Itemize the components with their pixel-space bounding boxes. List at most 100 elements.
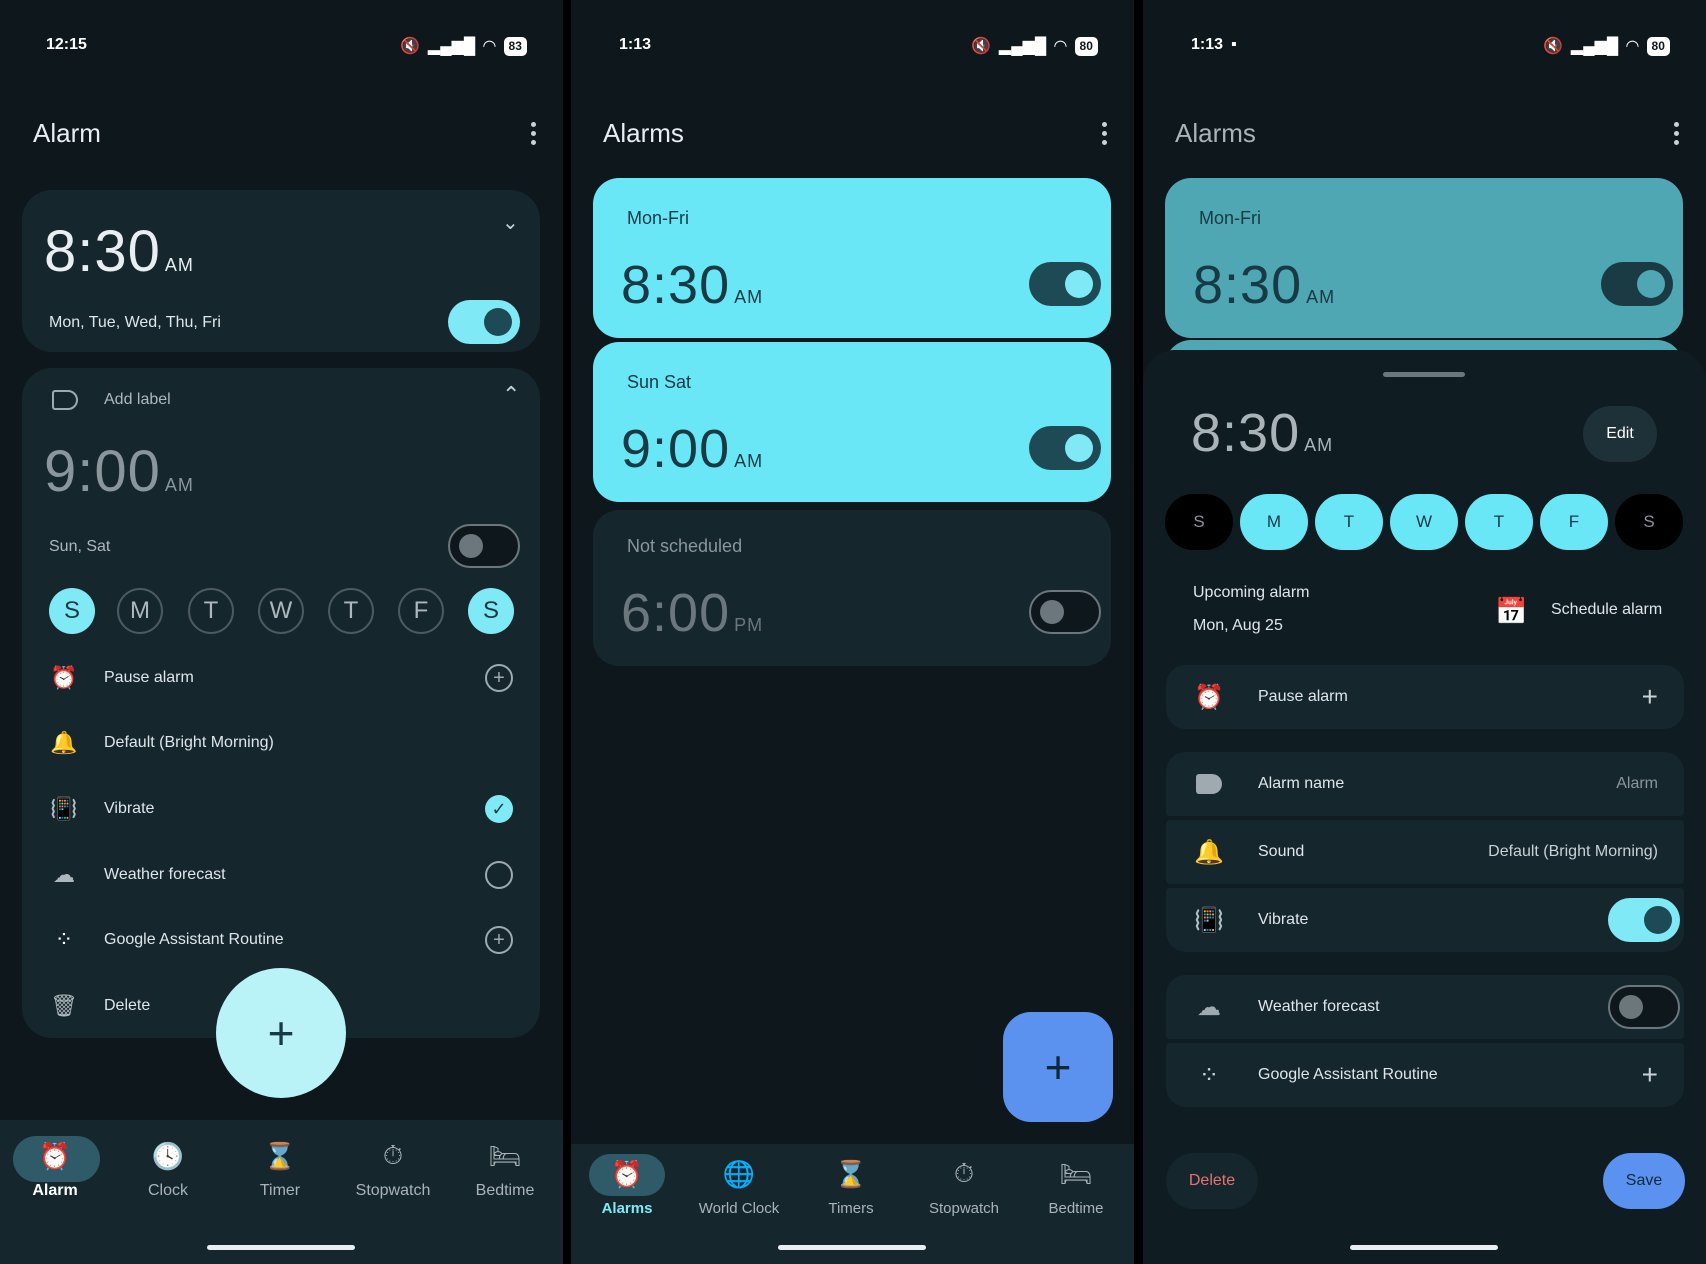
day-thursday[interactable]: T	[328, 588, 374, 634]
weather-row[interactable]: ☁ Weather forecast	[50, 855, 543, 895]
cloud-rain-icon: ☁	[1197, 993, 1221, 1021]
nav-clock[interactable]: 🕓 Clock	[118, 1136, 218, 1200]
page-title: Alarms	[1175, 118, 1256, 148]
wifi-icon: ◠	[1626, 38, 1639, 55]
alarm-time[interactable]: 9:00	[44, 439, 161, 504]
day-saturday[interactable]: S	[1615, 494, 1683, 550]
row-label: Weather forecast	[1258, 998, 1380, 1015]
alarm-card-collapsed[interactable]: 8:30 AM ⌄ Mon, Tue, Wed, Thu, Fri	[22, 190, 540, 352]
alarm-toggle[interactable]	[448, 300, 520, 344]
save-button[interactable]: Save	[1603, 1153, 1685, 1209]
hourglass-icon: ⌛	[263, 1140, 297, 1171]
day-monday[interactable]: M	[1240, 494, 1308, 550]
nav-timer[interactable]: ⌛ Timer	[230, 1136, 330, 1200]
bell-icon: 🔔	[1194, 838, 1224, 866]
nav-stopwatch[interactable]: ⏱ Stopwatch	[343, 1136, 443, 1200]
checkbox-checked-icon[interactable]: ✓	[485, 795, 513, 823]
day-sunday[interactable]: S	[49, 588, 95, 634]
alarm-toggle[interactable]	[1029, 262, 1101, 306]
day-tuesday[interactable]: T	[188, 588, 234, 634]
alarm-toggle[interactable]	[1029, 590, 1101, 634]
weather-toggle[interactable]	[1608, 985, 1680, 1029]
alarm-time: 8:30	[621, 255, 731, 315]
day-monday[interactable]: M	[117, 588, 163, 634]
alarm-toggle[interactable]	[1601, 262, 1673, 306]
vibrate-toggle[interactable]	[1608, 898, 1680, 942]
nav-bedtime[interactable]: 🛏 Bedtime	[455, 1136, 555, 1200]
bed-icon: 🛏	[488, 1140, 522, 1171]
alarm-time: 6:00	[621, 583, 731, 643]
trash-icon: 🗑	[50, 993, 78, 1018]
assistant-row[interactable]: ⁘ Google Assistant Routine +	[50, 920, 543, 960]
signal-icon: ▂▄▆█	[998, 38, 1047, 55]
add-alarm-button[interactable]: +	[1003, 1012, 1113, 1122]
alarm-pause-icon: ⏰	[50, 665, 78, 690]
nav-alarms[interactable]: ⏰ Alarms	[577, 1154, 677, 1218]
alarm-label: Mon-Fri	[627, 208, 689, 228]
more-options-icon[interactable]	[1101, 122, 1107, 146]
calendar-clock-icon[interactable]: 📅	[1495, 596, 1527, 627]
vibrate-row[interactable]: 📳 Vibrate	[1166, 888, 1684, 952]
checkbox-empty-icon[interactable]	[485, 861, 513, 889]
home-indicator	[207, 1245, 355, 1250]
pause-alarm-row[interactable]: ⏰ Pause alarm +	[1166, 665, 1684, 729]
status-bar: 1:13 ▪ 🔇 ▂▄▆█ ◠ 80	[1143, 34, 1706, 58]
page-title: Alarms	[603, 118, 684, 148]
add-alarm-button[interactable]: +	[216, 968, 346, 1098]
sound-row[interactable]: 🔔 Sound Default (Bright Morning)	[1166, 820, 1684, 884]
vibrate-icon: 📳	[50, 796, 78, 821]
chevron-down-icon[interactable]: ⌄	[502, 210, 519, 235]
more-options-icon[interactable]	[530, 122, 536, 146]
sheet-handle[interactable]	[1383, 372, 1465, 377]
alarm-screen-expanded: 12:15 🔇 ▂▄▆█ ◠ 83 Alarm 8:30 AM ⌄ Mon, Tu…	[0, 0, 563, 1264]
alarm-ampm: AM	[164, 255, 194, 275]
alarm-toggle[interactable]	[1029, 426, 1101, 470]
add-label[interactable]: Add label	[104, 391, 171, 409]
edit-button[interactable]: Edit	[1583, 406, 1657, 462]
alarm-card[interactable]: Sun Sat 9:00 AM	[593, 342, 1111, 502]
alarm-card[interactable]: Mon-Fri 8:30 AM	[1165, 178, 1683, 338]
wifi-icon: ◠	[1054, 38, 1067, 55]
day-wednesday[interactable]: W	[1390, 494, 1458, 550]
day-friday[interactable]: F	[1540, 494, 1608, 550]
plus-icon[interactable]: +	[1642, 681, 1658, 713]
alarm-ampm: AM	[734, 451, 764, 471]
assistant-row[interactable]: ⁘ Google Assistant Routine +	[1166, 1043, 1684, 1107]
pause-alarm-row[interactable]: ⏰ Pause alarm +	[50, 658, 543, 698]
nav-timers[interactable]: ⌛ Timers	[801, 1154, 901, 1218]
alarm-clock-icon: ⏰	[38, 1140, 72, 1171]
day-sunday[interactable]: S	[1165, 494, 1233, 550]
day-tuesday[interactable]: T	[1315, 494, 1383, 550]
stopwatch-icon: ⏱	[953, 1158, 975, 1188]
day-friday[interactable]: F	[398, 588, 444, 634]
day-wednesday[interactable]: W	[258, 588, 304, 634]
delete-button[interactable]: Delete	[1166, 1153, 1258, 1209]
nav-stopwatch[interactable]: ⏱ Stopwatch	[914, 1154, 1014, 1217]
schedule-alarm-button[interactable]: Schedule alarm	[1551, 601, 1662, 619]
sound-row[interactable]: 🔔 Default (Bright Morning)	[50, 723, 543, 763]
mute-icon: 🔇	[1543, 38, 1563, 55]
alarm-card[interactable]: Not scheduled 6:00 PM	[593, 510, 1111, 666]
notification-icon: ▪	[1231, 36, 1237, 53]
day-saturday[interactable]: S	[468, 588, 514, 634]
chevron-up-icon[interactable]: ⌃	[502, 382, 520, 408]
plus-icon[interactable]: +	[1642, 1059, 1658, 1091]
nav-world-clock[interactable]: 🌐 World Clock	[679, 1154, 799, 1218]
row-label: Delete	[104, 997, 151, 1014]
home-indicator	[1350, 1245, 1498, 1250]
more-options-icon[interactable]	[1673, 122, 1679, 146]
alarm-snooze-icon: ⏰	[1194, 683, 1224, 711]
add-circle-icon[interactable]: +	[485, 664, 513, 692]
day-thursday[interactable]: T	[1465, 494, 1533, 550]
vibrate-row[interactable]: 📳 Vibrate ✓	[50, 789, 543, 829]
add-circle-icon[interactable]: +	[485, 926, 513, 954]
weather-row[interactable]: ☁ Weather forecast	[1166, 975, 1684, 1039]
alarm-toggle[interactable]	[448, 524, 520, 568]
alarm-name-row[interactable]: Alarm name Alarm	[1166, 752, 1684, 816]
alarm-card[interactable]: Mon-Fri 8:30 AM	[593, 178, 1111, 338]
row-label: Pause alarm	[1258, 688, 1348, 705]
bottom-nav: ⏰ Alarm 🕓 Clock ⌛ Timer ⏱ Stopwatch 🛏 Bedtime	[0, 1120, 563, 1264]
nav-alarm[interactable]: ⏰ Alarm	[5, 1136, 105, 1200]
nav-bedtime[interactable]: 🛏 Bedtime	[1026, 1154, 1126, 1218]
battery-icon: 83	[503, 36, 527, 56]
